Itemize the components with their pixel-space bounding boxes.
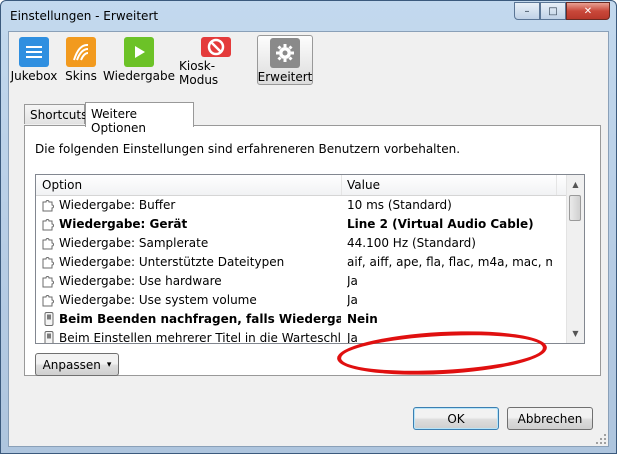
list-item-value: 44.100 Hz (Standard) bbox=[347, 236, 476, 250]
column-header-option[interactable]: Option bbox=[42, 178, 82, 192]
gear-icon bbox=[270, 38, 300, 68]
list-item-option: Wiedergabe: Samplerate bbox=[59, 236, 209, 250]
list-item[interactable]: Beim Beenden nachfragen, falls Wiedergab… bbox=[36, 310, 567, 329]
puzzle-icon bbox=[41, 197, 57, 213]
toolbar-jukebox[interactable]: Jukebox bbox=[11, 35, 57, 85]
cancel-button[interactable]: Abbrechen bbox=[507, 407, 593, 430]
customize-button[interactable]: Anpassen ▾ bbox=[35, 353, 119, 376]
scrollbar-thumb[interactable] bbox=[569, 195, 581, 221]
maximize-button[interactable]: □ bbox=[540, 2, 566, 20]
dialog-client-area: Jukebox Skins Wiedergabe Kiosk-Modus Erw… bbox=[8, 31, 609, 447]
list-item-value: Nein bbox=[347, 312, 378, 326]
list-item-option: Beim Einstellen mehrerer Titel in die Wa… bbox=[59, 331, 341, 344]
list-item[interactable]: Wiedergabe: Use system volume Ja bbox=[36, 291, 567, 310]
window-controls: – □ ✕ bbox=[514, 2, 610, 20]
window-title: Einstellungen - Erweitert bbox=[10, 9, 159, 23]
list-item[interactable]: Wiedergabe: Samplerate 44.100 Hz (Standar… bbox=[36, 234, 567, 253]
list-item-value: aif, aiff, ape, fla, flac, m4a, mac, mp.… bbox=[347, 255, 552, 269]
list-item[interactable]: Beim Einstellen mehrerer Titel in die Wa… bbox=[36, 329, 567, 344]
ok-button[interactable]: OK bbox=[413, 407, 499, 430]
puzzle-icon bbox=[41, 235, 57, 251]
toolbar-jukebox-label: Jukebox bbox=[10, 69, 58, 83]
cancel-button-label: Abbrechen bbox=[517, 411, 583, 426]
settings-category-toolbar: Jukebox Skins Wiedergabe Kiosk-Modus Erw… bbox=[9, 32, 608, 88]
puzzle-icon bbox=[41, 292, 57, 308]
list-item-value: Ja bbox=[347, 331, 358, 344]
close-button[interactable]: ✕ bbox=[566, 2, 610, 20]
puzzle-icon bbox=[41, 216, 57, 232]
list-item[interactable]: Wiedergabe: Use hardware Ja bbox=[36, 272, 567, 291]
panel-description: Die folgenden Einstellungen sind erfahre… bbox=[35, 142, 461, 156]
scroll-up-arrow-icon[interactable]: ▲ bbox=[567, 176, 584, 193]
toolbar-erweitert[interactable]: Erweitert bbox=[257, 35, 313, 85]
toolbar-erweitert-label: Erweitert bbox=[257, 70, 313, 84]
list-vertical-scrollbar[interactable]: ▲ ▼ bbox=[566, 175, 584, 343]
list-item-option: Wiedergabe: Use hardware bbox=[59, 274, 222, 288]
dropdown-arrow-icon: ▾ bbox=[106, 359, 112, 370]
maximize-icon: □ bbox=[548, 5, 558, 17]
list-item-value: Line 2 (Virtual Audio Cable) bbox=[347, 217, 534, 231]
scroll-down-arrow-icon[interactable]: ▼ bbox=[567, 325, 584, 342]
toggle-icon bbox=[41, 311, 57, 327]
column-divider[interactable] bbox=[341, 175, 342, 195]
tab-weitere-optionen[interactable]: Weitere Optionen bbox=[85, 102, 194, 135]
toolbar-kiosk-modus[interactable]: Kiosk-Modus bbox=[179, 35, 253, 87]
list-item[interactable]: Wiedergabe: Gerät Line 2 (Virtual Audio C… bbox=[36, 215, 567, 234]
kiosk-icon bbox=[201, 37, 231, 57]
toolbar-wiedergabe[interactable]: Wiedergabe bbox=[103, 35, 176, 85]
skins-icon bbox=[66, 37, 96, 67]
toolbar-wiedergabe-label: Wiedergabe bbox=[103, 69, 176, 83]
jukebox-icon bbox=[19, 37, 49, 67]
tab-shortcuts[interactable]: Shortcuts bbox=[24, 104, 88, 124]
list-item-value: Ja bbox=[347, 274, 358, 288]
list-item-value: Ja bbox=[347, 293, 358, 307]
settings-window: Einstellungen - Erweitert – □ ✕ Jukebox … bbox=[0, 0, 617, 454]
puzzle-icon bbox=[41, 254, 57, 270]
toolbar-kiosk-label: Kiosk-Modus bbox=[179, 59, 219, 87]
toggle-icon bbox=[41, 330, 57, 343]
ok-button-label: OK bbox=[447, 411, 465, 426]
list-item[interactable]: Wiedergabe: Buffer 10 ms (Standard) bbox=[36, 196, 567, 215]
list-item-option: Beim Beenden nachfragen, falls Wiedergab… bbox=[59, 312, 341, 326]
list-item-value: 10 ms (Standard) bbox=[347, 198, 452, 212]
toolbar-skins[interactable]: Skins bbox=[63, 35, 99, 85]
play-icon bbox=[124, 37, 154, 67]
resize-grip-icon[interactable] bbox=[595, 433, 607, 445]
puzzle-icon bbox=[41, 273, 57, 289]
tab-shortcuts-label: Shortcuts bbox=[30, 108, 88, 122]
toolbar-skins-label: Skins bbox=[65, 69, 97, 83]
title-bar[interactable]: Einstellungen - Erweitert – □ ✕ bbox=[1, 1, 616, 31]
options-list[interactable]: Option Value Wiedergabe: Buffer 10 ms (St… bbox=[35, 174, 585, 344]
minimize-button[interactable]: – bbox=[514, 2, 540, 20]
list-item[interactable]: Wiedergabe: Unterstützte Dateitypen aif, … bbox=[36, 253, 567, 272]
minimize-icon: – bbox=[524, 5, 530, 17]
column-divider[interactable] bbox=[556, 175, 557, 195]
tab-panel: Die folgenden Einstellungen sind erfahre… bbox=[24, 125, 601, 380]
close-icon: ✕ bbox=[583, 5, 593, 17]
list-item-option: Wiedergabe: Use system volume bbox=[59, 293, 257, 307]
list-header: Option Value bbox=[36, 175, 567, 196]
tab-weitere-optionen-label: Weitere Optionen bbox=[91, 107, 147, 135]
list-item-option: Wiedergabe: Gerät bbox=[59, 217, 188, 231]
column-header-value[interactable]: Value bbox=[347, 178, 380, 192]
list-item-option: Wiedergabe: Unterstützte Dateitypen bbox=[59, 255, 285, 269]
list-item-option: Wiedergabe: Buffer bbox=[59, 198, 176, 212]
customize-button-label: Anpassen bbox=[42, 357, 101, 372]
